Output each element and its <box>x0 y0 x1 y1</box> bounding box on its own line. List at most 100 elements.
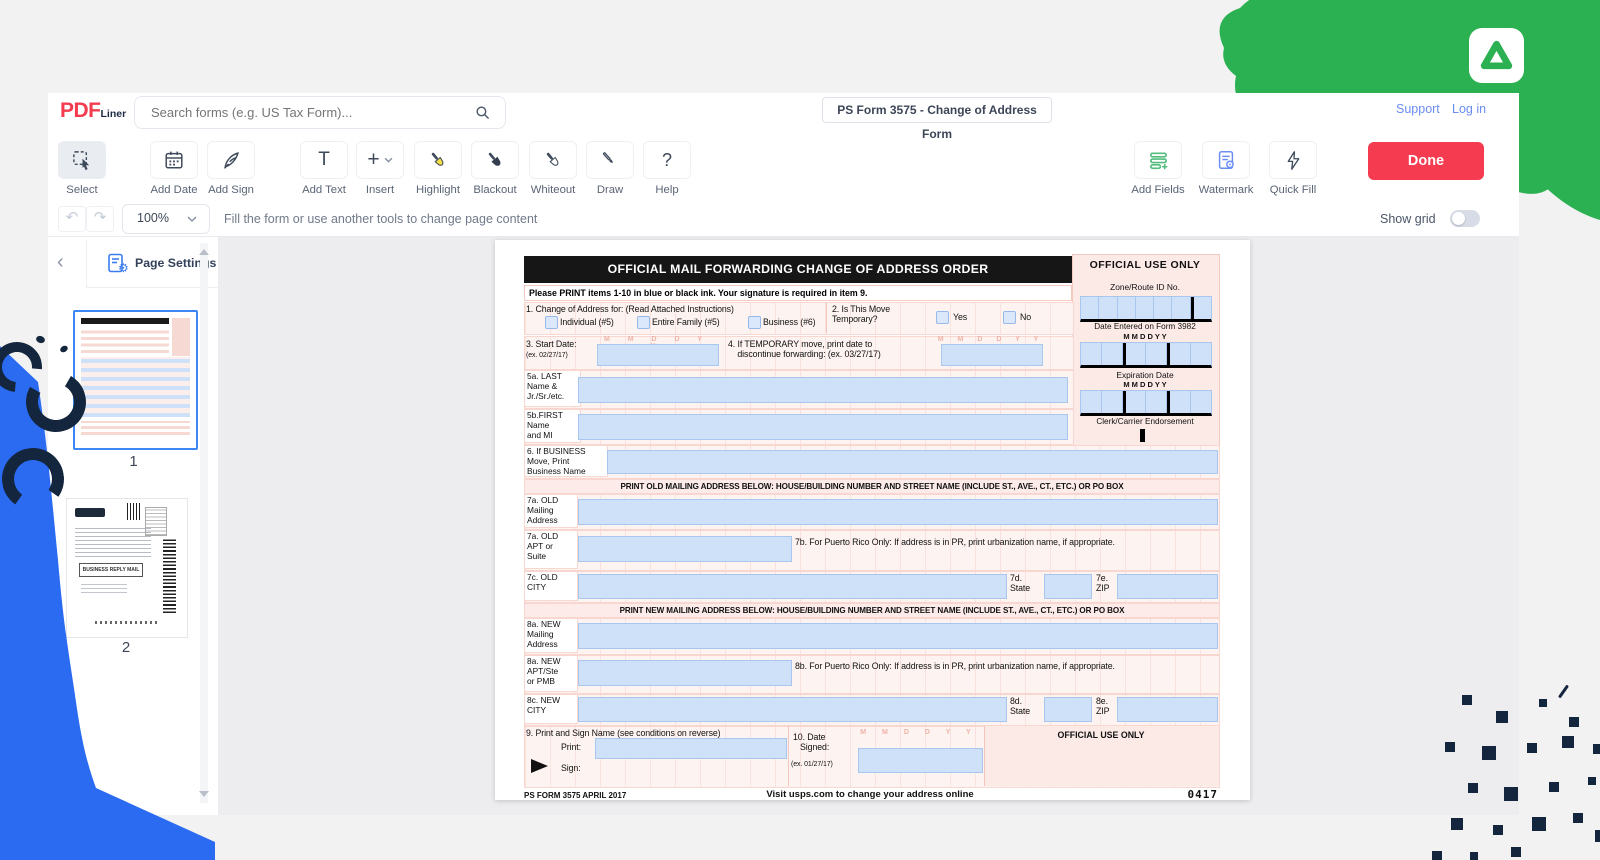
field-new-mailing-address[interactable] <box>578 623 1218 649</box>
visit-note: Visit usps.com to change your address on… <box>695 789 1045 800</box>
select-icon <box>58 141 106 179</box>
blackout-brush-icon <box>471 141 519 179</box>
field-expiration-date[interactable] <box>1080 390 1212 416</box>
date-entered-label: Date Entered on Form 3982 <box>1072 322 1218 331</box>
form-code: 0417 <box>1155 788 1218 801</box>
zone-route-label: Zone/Route ID No. <box>1072 282 1218 292</box>
pdfliner-logo-badge <box>1469 28 1524 83</box>
item8a2-label: 8a. NEW APT/Ste or PMB <box>524 655 578 692</box>
tool-insert[interactable]: + Insert <box>351 141 409 196</box>
tool-add-fields[interactable]: Add Fields <box>1129 141 1187 196</box>
checkbox-individual[interactable] <box>545 316 558 329</box>
help-icon: ? <box>643 141 691 179</box>
field-new-apt[interactable] <box>578 660 792 686</box>
checkbox-no[interactable] <box>1003 311 1016 324</box>
tool-add-date[interactable]: Add Date <box>145 141 203 196</box>
field-old-city[interactable] <box>578 574 1007 599</box>
item4-label: 4. If TEMPORARY move, print date to disc… <box>728 339 881 360</box>
item7a-label: 7a. OLD Mailing Address <box>524 494 578 528</box>
item5a-label: 5a. LAST Name & Jr./Sr./etc. <box>524 370 581 407</box>
item10-example: (ex. 01/27/17) <box>791 761 833 769</box>
item5b-label: 5b.FIRST Name and MI <box>524 409 581 443</box>
divider <box>826 302 827 333</box>
field-print-name[interactable] <box>595 738 787 759</box>
tool-whiteout[interactable]: Whiteout <box>524 141 582 196</box>
thumbnail-preview <box>81 318 169 324</box>
old-address-header: PRINT OLD MAILING ADDRESS BELOW: HOUSE/B… <box>524 479 1220 494</box>
watermark-icon <box>1202 141 1250 179</box>
zoom-select[interactable]: 100% <box>122 204 210 234</box>
visit-post: to change your address online <box>833 789 973 800</box>
hint-text: Fill the form or use another tools to ch… <box>224 212 537 226</box>
checkbox-yes[interactable] <box>936 311 949 324</box>
lightning-icon <box>1269 141 1317 179</box>
field-last-name[interactable] <box>578 377 1068 403</box>
mmddyy-hint: M M D D Y Y <box>855 729 983 736</box>
field-old-apt[interactable] <box>578 536 792 562</box>
checkbox-business[interactable] <box>748 316 761 329</box>
scroll-up-icon[interactable] <box>199 249 209 255</box>
tool-highlight[interactable]: Highlight <box>409 141 467 196</box>
search-icon[interactable] <box>474 104 491 121</box>
tool-add-sign[interactable]: Add Sign <box>202 141 260 196</box>
done-button[interactable]: Done <box>1368 142 1484 180</box>
signature-pen-icon <box>207 141 255 179</box>
zoom-value: 100% <box>137 211 169 225</box>
field-new-state[interactable] <box>1044 697 1092 722</box>
item8e-label: 8e. ZIP <box>1096 696 1109 717</box>
show-grid-label: Show grid <box>1380 212 1436 226</box>
toggle-knob <box>1452 212 1465 225</box>
show-grid-toggle[interactable] <box>1450 210 1480 227</box>
pdf-page: OFFICIAL MAIL FORWARDING CHANGE OF ADDRE… <box>495 240 1250 800</box>
calendar-icon <box>150 141 198 179</box>
field-business-name[interactable] <box>607 450 1218 474</box>
search-box[interactable] <box>134 96 506 129</box>
redo-button[interactable]: ↷ <box>86 206 114 232</box>
field-start-date[interactable] <box>597 344 719 366</box>
field-date-signed[interactable] <box>858 748 983 773</box>
field-discontinue-date[interactable] <box>941 344 1043 366</box>
field-old-state[interactable] <box>1044 574 1092 599</box>
mmddyy-hint: M M D D Y Y <box>937 336 1045 343</box>
sign-arrow-icon <box>531 759 548 773</box>
logo-pdf-text: PDF <box>60 99 101 122</box>
tool-add-text[interactable]: T Add Text <box>295 141 353 196</box>
tool-help[interactable]: ? Help <box>638 141 696 196</box>
sidebar-collapse-icon[interactable]: ‹ <box>57 251 64 274</box>
field-new-zip[interactable] <box>1117 697 1218 722</box>
field-new-city[interactable] <box>578 697 1007 722</box>
item10-label: 10. Date Signed: <box>793 732 829 753</box>
checkbox-entire-family[interactable] <box>637 316 650 329</box>
search-input[interactable] <box>149 98 473 127</box>
redo-icon: ↷ <box>94 209 107 226</box>
add-fields-icon <box>1134 141 1182 179</box>
field-old-mailing-address[interactable] <box>578 499 1218 525</box>
item6-label: 6. If BUSINESS Move, Print Business Name <box>524 445 608 477</box>
undo-button[interactable]: ↶ <box>58 206 86 232</box>
login-link[interactable]: Log in <box>1452 102 1486 116</box>
logo[interactable]: PDFLiner <box>60 99 126 123</box>
tool-draw[interactable]: Draw <box>581 141 639 196</box>
visit-pre: Visit <box>766 789 789 800</box>
field-old-zip[interactable] <box>1117 574 1218 599</box>
tool-blackout[interactable]: Blackout <box>466 141 524 196</box>
item3-label: 3. Start Date: <box>526 339 576 349</box>
tool-select[interactable]: Select <box>53 141 111 196</box>
gear-icon: ⚙ <box>118 261 129 275</box>
official-use-title: OFFICIAL USE ONLY <box>1072 259 1218 271</box>
mmddyy-label: M M D D Y Y <box>1076 380 1214 389</box>
speck-decoration <box>1558 684 1569 698</box>
text-icon: T <box>300 141 348 179</box>
field-date-entered[interactable] <box>1080 342 1212 368</box>
tool-watermark[interactable]: Watermark <box>1197 141 1255 196</box>
field-first-name[interactable] <box>578 414 1068 440</box>
field-zone-route[interactable] <box>1080 296 1212 322</box>
item8b-label: 8b. For Puerto Rico Only: If address is … <box>795 661 1115 671</box>
item9-label: 9. Print and Sign Name (see conditions o… <box>526 728 721 738</box>
tool-quick-fill[interactable]: Quick Fill <box>1264 141 1322 196</box>
official-use-title: OFFICIAL USE ONLY <box>984 730 1218 740</box>
option-entire-family: Entire Family (#5) <box>652 317 720 327</box>
support-link[interactable]: Support <box>1396 102 1440 116</box>
item8a-label: 8a. NEW Mailing Address <box>524 618 578 653</box>
insert-plus-icon: + <box>356 141 404 179</box>
